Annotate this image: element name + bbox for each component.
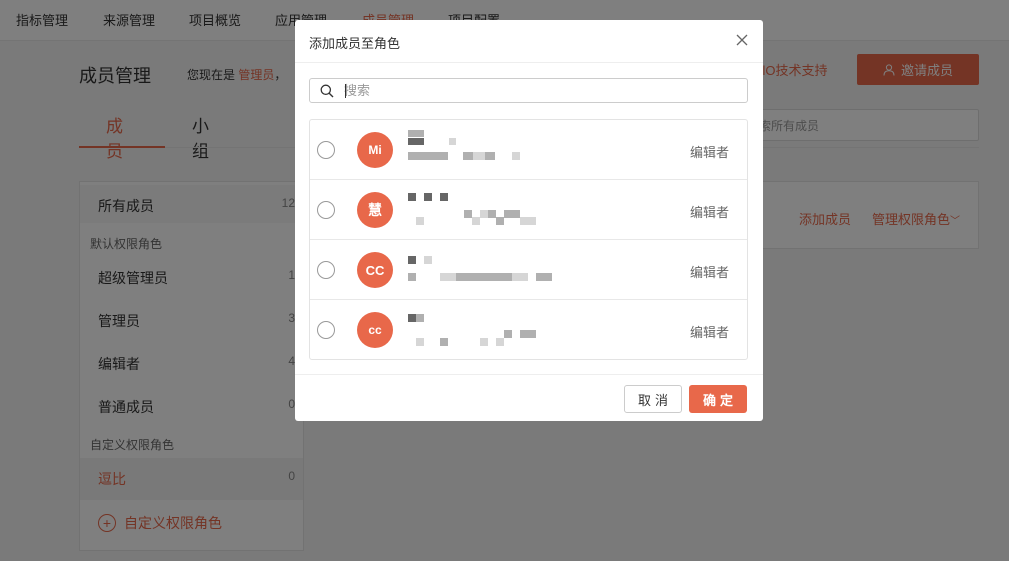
avatar: CC bbox=[357, 252, 393, 288]
search-icon bbox=[320, 84, 334, 98]
member-row[interactable]: cc 编辑者 bbox=[310, 300, 747, 359]
avatar: Mi bbox=[357, 132, 393, 168]
member-row[interactable]: CC 编辑者 bbox=[310, 240, 747, 300]
dialog-search-field[interactable] bbox=[309, 78, 748, 103]
member-role: 编辑者 bbox=[689, 145, 729, 160]
member-select-radio[interactable] bbox=[317, 201, 335, 219]
member-role: 编辑者 bbox=[689, 265, 729, 280]
candidate-member-list: Mi 编辑者 慧 编辑者 CC 编辑者 cc 编辑者 bbox=[309, 119, 748, 360]
member-row[interactable]: Mi 编辑者 bbox=[310, 120, 747, 180]
dialog-title: 添加成员至角色 bbox=[309, 36, 401, 51]
member-select-radio[interactable] bbox=[317, 321, 335, 339]
member-row[interactable]: 慧 编辑者 bbox=[310, 180, 747, 240]
add-member-to-role-dialog: 添加成员至角色 Mi bbox=[295, 20, 763, 421]
close-icon[interactable] bbox=[734, 32, 750, 48]
dialog-footer: 取消 确定 bbox=[295, 374, 763, 421]
cancel-button[interactable]: 取消 bbox=[624, 385, 682, 413]
dialog-header: 添加成员至角色 bbox=[295, 20, 763, 63]
member-role: 编辑者 bbox=[689, 325, 729, 340]
text-cursor bbox=[345, 84, 346, 98]
member-role: 编辑者 bbox=[689, 205, 729, 220]
avatar: cc bbox=[357, 312, 393, 348]
confirm-button[interactable]: 确定 bbox=[689, 385, 747, 413]
member-select-radio[interactable] bbox=[317, 141, 335, 159]
avatar: 慧 bbox=[357, 192, 393, 228]
member-select-radio[interactable] bbox=[317, 261, 335, 279]
dialog-search-input[interactable] bbox=[344, 81, 734, 100]
